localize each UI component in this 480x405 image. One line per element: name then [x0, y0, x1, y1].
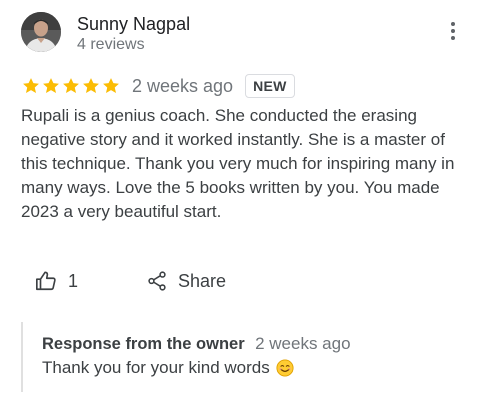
- star-icon: [23, 78, 39, 93]
- review-actions: 1 Share: [35, 266, 226, 296]
- star-icon: [63, 78, 79, 93]
- review-time: 2 weeks ago: [132, 76, 234, 96]
- more-vert-dot: [451, 29, 455, 33]
- like-button[interactable]: 1: [35, 270, 78, 292]
- avatar-photo: [21, 12, 61, 52]
- review-card: Sunny Nagpal 4 reviews 2 weeks ago NEW R…: [0, 0, 480, 405]
- owner-response-title: Response from the owner: [42, 335, 245, 353]
- smiling-face-emoji-icon: [276, 359, 294, 377]
- owner-response-header: Response from the owner 2 weeks ago: [42, 333, 462, 356]
- rating-row: 2 weeks ago NEW: [21, 73, 295, 99]
- more-vert-icon: [451, 22, 455, 26]
- owner-response-time: 2 weeks ago: [255, 334, 351, 353]
- share-button[interactable]: Share: [146, 270, 226, 292]
- more-options-button[interactable]: [444, 22, 462, 46]
- more-vert-dot: [451, 36, 455, 40]
- thumbs-up-icon: [36, 271, 56, 291]
- owner-response: Response from the owner 2 weeks ago Than…: [21, 322, 462, 392]
- star-icon: [103, 78, 119, 93]
- owner-response-text: Thank you for your kind words: [42, 358, 270, 377]
- star-icon: [43, 78, 59, 93]
- new-badge: NEW: [245, 74, 295, 98]
- reviewer-review-count: 4 reviews: [77, 36, 145, 53]
- owner-response-text-row: Thank you for your kind words: [42, 356, 462, 380]
- review-text: Rupali is a genius coach. She conducted …: [21, 106, 455, 221]
- avatar[interactable]: [21, 12, 61, 52]
- star-icon: [83, 78, 99, 93]
- like-count: 1: [68, 270, 79, 291]
- star-rating: [21, 76, 121, 96]
- reviewer-name[interactable]: Sunny Nagpal: [77, 13, 190, 35]
- share-label: Share: [178, 270, 227, 291]
- share-icon: [148, 271, 166, 291]
